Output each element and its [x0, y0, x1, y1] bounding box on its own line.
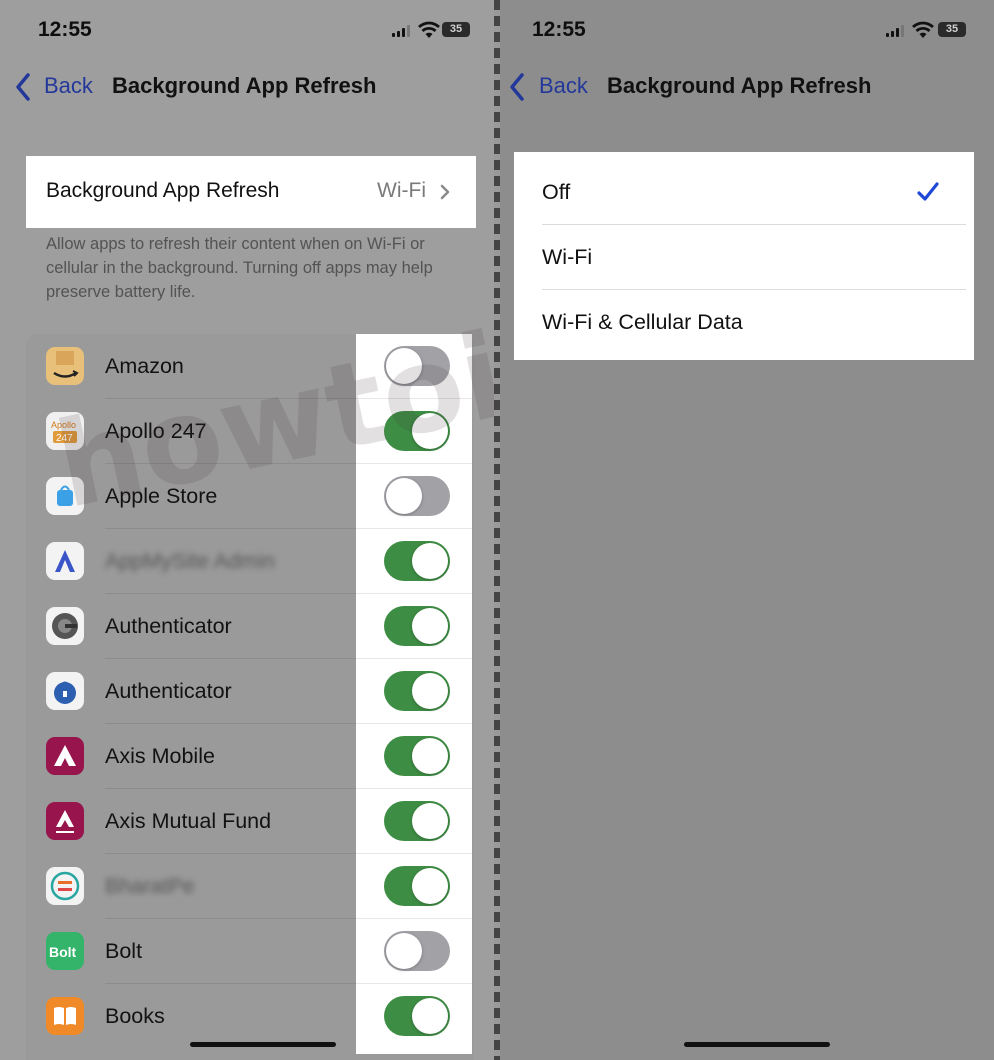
options-highlight: Off Wi-Fi Wi-Fi & Cellular Data — [514, 152, 974, 360]
battery-icon: 35 — [442, 22, 470, 37]
refresh-options-list: Off Wi-Fi Wi-Fi & Cellular Data — [522, 160, 966, 352]
back-button[interactable]: Back — [44, 73, 93, 99]
toggle-knob — [412, 673, 448, 709]
app-name: Bolt — [105, 939, 143, 963]
axis-mobile-icon — [46, 737, 84, 775]
refresh-toggle[interactable] — [384, 866, 450, 906]
appmysite-icon — [46, 542, 84, 580]
chevron-right-icon — [440, 184, 450, 200]
right-screen: 12:55 35 Back Background App Refresh Off… — [500, 0, 994, 1060]
toggle-knob — [412, 608, 448, 644]
option-wifi-cellular[interactable]: Wi-Fi & Cellular Data — [522, 290, 966, 355]
app-row: Apollo 247 Apollo 247 — [26, 399, 474, 464]
apple-store-icon — [46, 477, 84, 515]
setting-value: Wi-Fi — [377, 179, 426, 202]
wifi-icon — [418, 21, 440, 38]
option-off[interactable]: Off — [522, 160, 966, 225]
status-time: 12:55 — [532, 18, 586, 41]
left-screen: 12:55 35 Back Background App Refresh Bac… — [0, 0, 494, 1060]
app-name: Apollo 247 — [105, 419, 207, 443]
back-button[interactable]: Back — [539, 73, 588, 99]
app-name: Authenticator — [105, 614, 232, 638]
cellular-signal-icon — [392, 25, 412, 37]
authenticator-icon — [46, 607, 84, 645]
refresh-toggle[interactable] — [384, 346, 450, 386]
home-indicator[interactable] — [190, 1042, 336, 1047]
toggle-knob — [412, 543, 448, 579]
refresh-toggle[interactable] — [384, 476, 450, 516]
refresh-toggle[interactable] — [384, 996, 450, 1036]
wifi-icon — [912, 21, 934, 38]
toggle-knob — [386, 478, 422, 514]
app-name: Axis Mobile — [105, 744, 215, 768]
refresh-toggle[interactable] — [384, 541, 450, 581]
toggle-knob — [412, 803, 448, 839]
background-app-refresh-row[interactable]: Background App Refresh Wi-Fi — [32, 162, 470, 222]
refresh-toggle[interactable] — [384, 931, 450, 971]
option-label: Wi-Fi — [542, 245, 593, 269]
option-wifi[interactable]: Wi-Fi — [522, 225, 966, 290]
page-title: Background App Refresh — [112, 73, 377, 98]
bolt-icon: Bolt — [46, 932, 84, 970]
cellular-signal-icon — [886, 25, 906, 37]
books-icon — [46, 997, 84, 1035]
app-name: BharatPe — [105, 874, 195, 898]
refresh-toggle[interactable] — [384, 671, 450, 711]
app-row: Authenticator — [26, 659, 474, 724]
app-row: Books — [26, 984, 474, 1049]
svg-text:Bolt: Bolt — [49, 944, 77, 960]
page-title: Background App Refresh — [607, 73, 872, 98]
app-name: Apple Store — [105, 484, 218, 508]
toggle-knob — [386, 348, 422, 384]
back-chevron-icon[interactable] — [14, 72, 34, 102]
background-app-refresh-highlight: Background App Refresh Wi-Fi — [26, 156, 476, 228]
status-bar: 12:55 35 — [0, 18, 494, 44]
svg-text:Apollo: Apollo — [51, 420, 76, 430]
toggle-knob — [412, 413, 448, 449]
toggle-knob — [412, 998, 448, 1034]
description-text: Allow apps to refresh their content when… — [46, 235, 433, 301]
toggle-knob — [386, 933, 422, 969]
app-name: Axis Mutual Fund — [105, 809, 272, 833]
app-row: Amazon — [26, 334, 474, 399]
setting-label: Background App Refresh — [46, 179, 280, 202]
axis-mutual-fund-icon — [46, 802, 84, 840]
app-name: Amazon — [105, 354, 184, 378]
app-name: Authenticator — [105, 679, 232, 703]
refresh-toggle[interactable] — [384, 801, 450, 841]
refresh-toggle[interactable] — [384, 606, 450, 646]
refresh-toggle[interactable] — [384, 736, 450, 776]
app-row: AppMySite Admin — [26, 529, 474, 594]
apollo-247-icon: Apollo 247 — [46, 412, 84, 450]
app-name: Books — [105, 1004, 165, 1028]
home-indicator[interactable] — [684, 1042, 830, 1047]
back-chevron-icon[interactable] — [508, 72, 528, 102]
status-time: 12:55 — [38, 18, 92, 41]
toggle-knob — [412, 868, 448, 904]
nav-bar: Back Background App Refresh — [500, 70, 994, 104]
bharatpe-icon — [46, 867, 84, 905]
refresh-toggle[interactable] — [384, 411, 450, 451]
authenticator-lock-icon — [46, 672, 84, 710]
app-row: BharatPe — [26, 854, 474, 919]
app-name: AppMySite Admin — [105, 549, 275, 573]
app-row: Authenticator — [26, 594, 474, 659]
amazon-icon — [46, 347, 84, 385]
app-row: Axis Mutual Fund — [26, 789, 474, 854]
option-label: Wi-Fi & Cellular Data — [542, 310, 743, 334]
app-row: Apple Store — [26, 464, 474, 529]
option-label: Off — [542, 180, 571, 204]
status-bar: 12:55 35 — [500, 18, 994, 44]
nav-bar: Back Background App Refresh — [0, 70, 494, 104]
svg-text:247: 247 — [56, 433, 73, 444]
app-row: Axis Mobile — [26, 724, 474, 789]
checkmark-icon — [917, 182, 939, 201]
toggle-knob — [412, 738, 448, 774]
app-row: Bolt Bolt — [26, 919, 474, 984]
battery-icon: 35 — [938, 22, 966, 37]
